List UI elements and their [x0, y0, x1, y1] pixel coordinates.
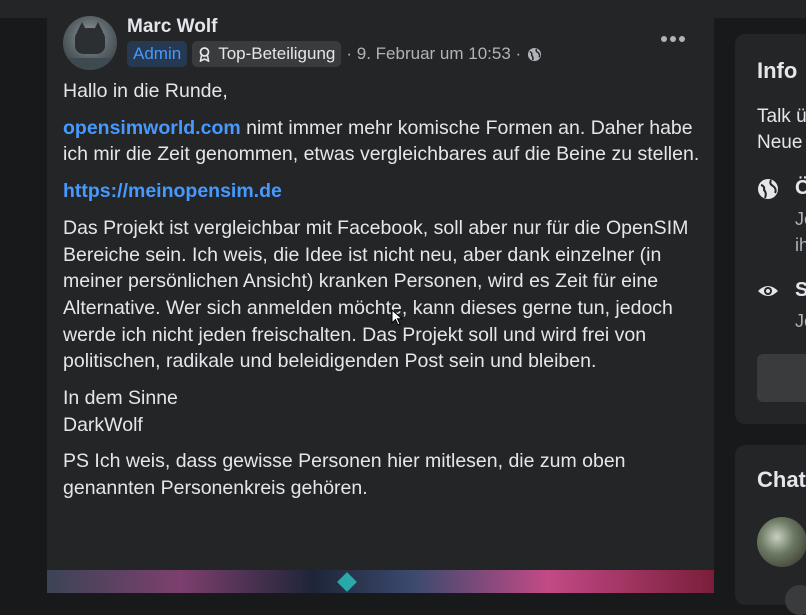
chat-avatar[interactable] — [757, 517, 806, 567]
post-image[interactable] — [47, 570, 714, 593]
avatar-wolf — [75, 28, 105, 54]
post-ps: PS Ich weis, dass gewisse Personen hier … — [63, 450, 626, 500]
post-greeting: Hallo in die Runde, — [63, 80, 228, 102]
author-avatar[interactable] — [63, 16, 117, 70]
post-closing: In dem Sinne DarkWolf — [63, 385, 703, 438]
visibility-title: S — [795, 279, 806, 301]
more-horizontal-icon — [679, 36, 685, 42]
closing-line-1: In dem Sinne — [63, 387, 178, 410]
avatar-ground — [63, 58, 117, 70]
more-horizontal-icon — [670, 36, 676, 42]
post-image-shape — [337, 572, 357, 592]
post-paragraph-1: opensimworld.com nimt immer mehr komisch… — [63, 115, 703, 168]
info-panel: Info Talk ü Neue Ö Je ih S Je — [735, 34, 806, 424]
chats-title: Chat — [757, 467, 806, 492]
more-options-button[interactable] — [655, 26, 691, 52]
more-horizontal-icon — [661, 36, 667, 42]
top-contributor-badge[interactable]: Top-Beteiligung — [192, 41, 342, 67]
post-body: Hallo in die Runde, opensimworld.com nim… — [63, 78, 703, 512]
learn-more-button[interactable] — [757, 354, 806, 402]
closing-signature: DarkWolf — [63, 413, 143, 436]
globe-icon — [758, 179, 778, 199]
admin-badge[interactable]: Admin — [127, 41, 188, 67]
chats-panel: Chat — [735, 445, 806, 615]
meinopensim-link[interactable]: https://meinopensim.de — [63, 180, 282, 202]
group-description: Talk ü Neue — [757, 106, 806, 153]
info-title: Info — [757, 58, 798, 83]
eye-icon — [758, 286, 778, 296]
privacy-title: Ö — [795, 177, 806, 199]
chat-avatar[interactable] — [785, 585, 806, 615]
top-contributor-icon — [199, 46, 210, 62]
post-timestamp[interactable]: · 9. Februar um 10:53 · — [346, 44, 521, 64]
post-card: Marc Wolf Admin Top-Beteiligung · 9. Feb… — [47, 0, 714, 593]
post-meta: Admin Top-Beteiligung · 9. Februar um 10… — [127, 40, 542, 68]
opensimworld-link[interactable]: opensimworld.com — [63, 117, 241, 139]
post-paragraph-2: Das Projekt ist vergleichbar mit Faceboo… — [63, 216, 689, 373]
privacy-description: Je ih — [795, 209, 806, 255]
globe-icon — [528, 47, 542, 61]
post-url-paragraph: https://meinopensim.de — [63, 178, 703, 205]
author-name[interactable]: Marc Wolf — [127, 16, 217, 38]
mouse-cursor-icon — [391, 309, 404, 326]
visibility-description: Je — [795, 311, 806, 331]
top-contributor-label: Top-Beteiligung — [218, 44, 336, 63]
